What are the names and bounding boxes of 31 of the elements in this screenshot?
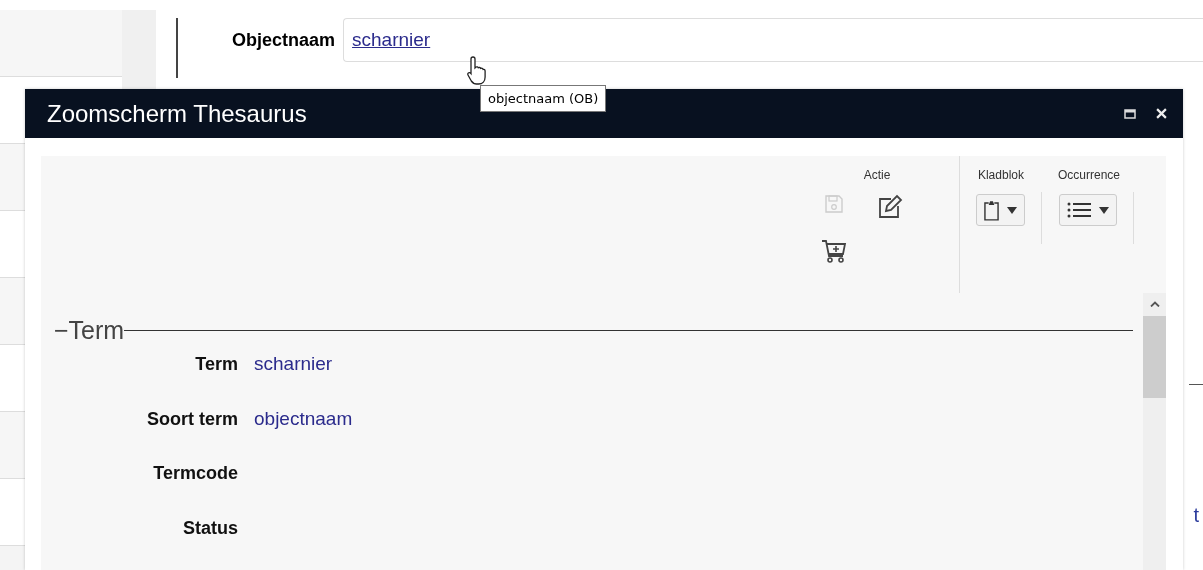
field-label: Soort term bbox=[146, 409, 238, 430]
group-label: Occurrence bbox=[1057, 168, 1120, 184]
clipboard-dropdown[interactable] bbox=[975, 194, 1025, 226]
group-label: Actie bbox=[863, 168, 891, 184]
objectnaam-link[interactable]: scharnier bbox=[352, 29, 431, 50]
list-icon bbox=[1067, 202, 1092, 218]
partial-text: t bbox=[1193, 504, 1199, 527]
section-title: −Term bbox=[54, 315, 125, 345]
objectnaam-field[interactable]: scharnier bbox=[343, 18, 1203, 62]
group-label: Kladblok bbox=[977, 168, 1024, 184]
cart-plus-icon bbox=[820, 238, 847, 264]
list-dropdown[interactable] bbox=[1059, 194, 1118, 226]
scroll-thumb[interactable] bbox=[1143, 316, 1166, 398]
caret-icon bbox=[1099, 206, 1110, 214]
field-label: Status bbox=[182, 518, 238, 539]
clipboard-icon bbox=[983, 199, 999, 221]
field-label: Term bbox=[194, 354, 238, 375]
maximize-icon[interactable] bbox=[1124, 108, 1136, 119]
field-value: objectnaam bbox=[254, 408, 353, 430]
hand-cursor-icon bbox=[465, 55, 489, 87]
scroll-up-icon[interactable] bbox=[1149, 301, 1160, 307]
field-label: Objectnaam bbox=[232, 30, 336, 51]
edit-icon bbox=[876, 194, 903, 220]
scrollbar[interactable] bbox=[1143, 293, 1166, 570]
floppy-icon bbox=[823, 194, 844, 214]
caret-icon bbox=[1006, 206, 1017, 214]
field-label: Termcode bbox=[152, 463, 238, 484]
close-icon[interactable] bbox=[1156, 108, 1167, 119]
field-value: scharnier bbox=[254, 353, 333, 375]
tooltip: objectnaam (OB) bbox=[480, 85, 607, 112]
dialog-title: Zoomscherm Thesaurus bbox=[47, 99, 307, 128]
